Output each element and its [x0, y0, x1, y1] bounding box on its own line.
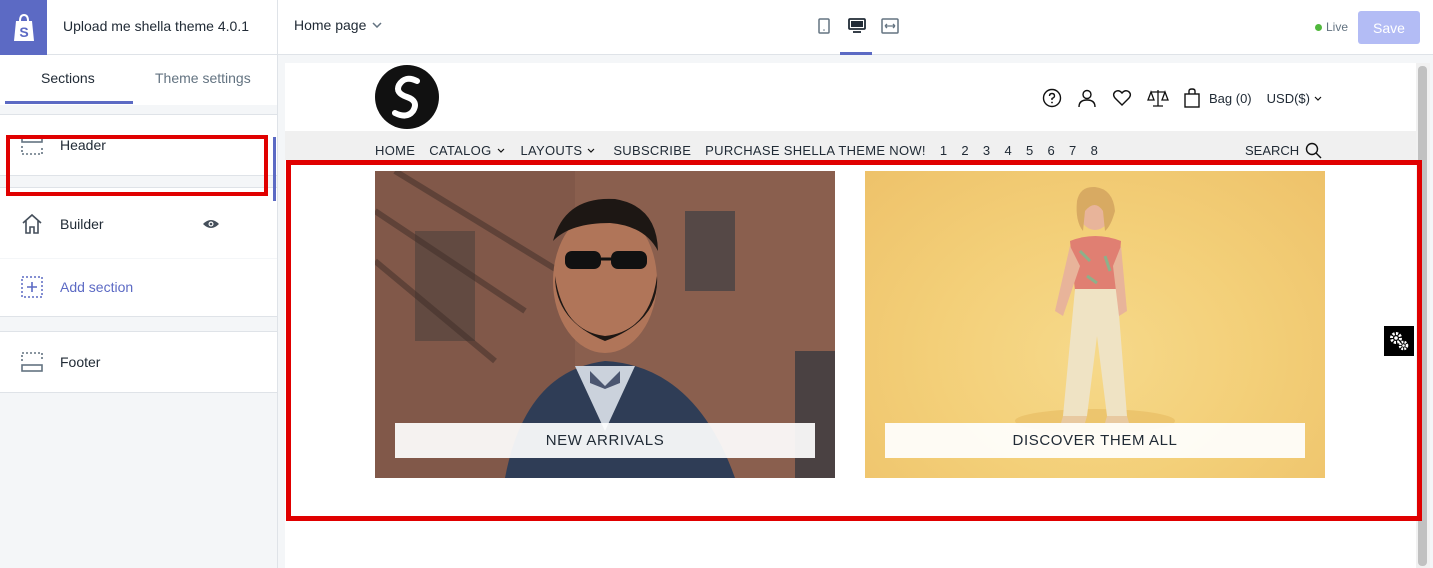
tab-theme-settings[interactable]: Theme settings — [155, 70, 251, 86]
bag-label[interactable]: Bag (0) — [1209, 91, 1252, 106]
content-section-group: Builder Add section — [0, 187, 277, 317]
mobile-icon — [818, 18, 830, 34]
nav-page-8[interactable]: 8 — [1091, 143, 1099, 158]
chevron-down-icon — [1314, 96, 1322, 101]
nav-page-6[interactable]: 6 — [1048, 143, 1056, 158]
device-toggle — [814, 14, 900, 38]
add-section-label: Add section — [60, 278, 134, 295]
nav-page-5[interactable]: 5 — [1026, 143, 1034, 158]
add-section-icon — [21, 275, 43, 298]
section-label-builder: Builder — [60, 216, 104, 232]
bag-icon[interactable] — [1183, 88, 1201, 108]
add-section-button[interactable]: Add section — [0, 258, 277, 314]
builder-preview-highlight-box — [286, 160, 1422, 521]
device-active-indicator — [840, 52, 872, 55]
currency-label: USD($) — [1266, 90, 1310, 106]
nav-page-4[interactable]: 4 — [1004, 143, 1012, 158]
save-button[interactable]: Save — [1358, 11, 1420, 44]
nav-purchase[interactable]: PURCHASE SHELLA THEME NOW! — [705, 143, 926, 158]
theme-name: Upload me shella theme 4.0.1 — [63, 18, 249, 34]
nav-home[interactable]: HOME — [375, 143, 415, 158]
page-select-label: Home page — [294, 17, 367, 33]
builder-highlight-box — [6, 135, 268, 196]
live-status: Live — [1315, 20, 1348, 34]
footer-layout-icon — [21, 352, 43, 372]
topbar-divider — [277, 0, 278, 55]
footer-section-group: Footer — [0, 331, 277, 393]
eye-icon[interactable] — [202, 218, 220, 230]
nav-catalog-label: CATALOG — [429, 143, 492, 158]
store-search[interactable]: SEARCH — [1245, 142, 1322, 159]
chevron-down-icon — [372, 22, 382, 28]
search-icon — [1305, 142, 1322, 159]
fullscreen-icon — [881, 18, 899, 34]
search-label: SEARCH — [1245, 143, 1300, 158]
page-select[interactable]: Home page — [294, 17, 382, 33]
fullscreen-view-button[interactable] — [880, 14, 900, 38]
editor-topbar: S Upload me shella theme 4.0.1 Home page… — [0, 0, 1433, 55]
nav-catalog[interactable]: CATALOG — [429, 143, 504, 158]
live-dot — [1315, 23, 1322, 31]
nav-page-1[interactable]: 1 — [940, 143, 948, 158]
nav-layouts-label: LAYOUTS — [520, 143, 583, 158]
theme-settings-button[interactable] — [1384, 326, 1414, 356]
compare-scale-icon[interactable] — [1147, 88, 1169, 108]
nav-page-3[interactable]: 3 — [983, 143, 991, 158]
nav-subscribe[interactable]: SUBSCRIBE — [613, 143, 691, 158]
home-icon — [22, 213, 42, 234]
live-label: Live — [1326, 20, 1349, 34]
desktop-view-button[interactable] — [847, 14, 867, 38]
active-tab-underline — [5, 101, 133, 104]
section-label-footer: Footer — [60, 354, 101, 370]
store-nav: HOME CATALOG LAYOUTS SUBSCRIBE PURCHASE … — [375, 143, 1098, 158]
mobile-view-button[interactable] — [814, 14, 834, 38]
nav-layouts[interactable]: LAYOUTS — [521, 143, 596, 158]
gears-icon — [1390, 332, 1409, 351]
sections-sidebar: Sections Theme settings Header Builder A… — [0, 55, 278, 568]
nav-page-2[interactable]: 2 — [961, 143, 969, 158]
tab-sections[interactable]: Sections — [41, 70, 95, 86]
help-icon[interactable] — [1042, 88, 1062, 108]
section-item-builder[interactable]: Builder — [0, 196, 277, 252]
chevron-down-icon — [587, 148, 595, 153]
wishlist-heart-icon[interactable] — [1112, 88, 1132, 108]
currency-select[interactable]: USD($) — [1267, 91, 1322, 106]
sidebar-tabs: Sections Theme settings — [0, 55, 277, 105]
section-item-footer[interactable]: Footer — [0, 332, 277, 392]
nav-page-7[interactable]: 7 — [1069, 143, 1077, 158]
desktop-icon — [848, 18, 866, 33]
builder-active-indicator — [273, 137, 276, 201]
account-icon[interactable] — [1077, 88, 1097, 108]
shella-logo-mark — [392, 75, 420, 119]
store-header-icons: Bag (0) USD($) — [1042, 88, 1322, 108]
svg-text:S: S — [19, 24, 28, 40]
shopify-logo[interactable]: S — [0, 0, 47, 55]
chevron-down-icon — [497, 148, 504, 153]
shopify-bag-icon: S — [13, 13, 34, 41]
store-logo[interactable] — [375, 65, 439, 129]
